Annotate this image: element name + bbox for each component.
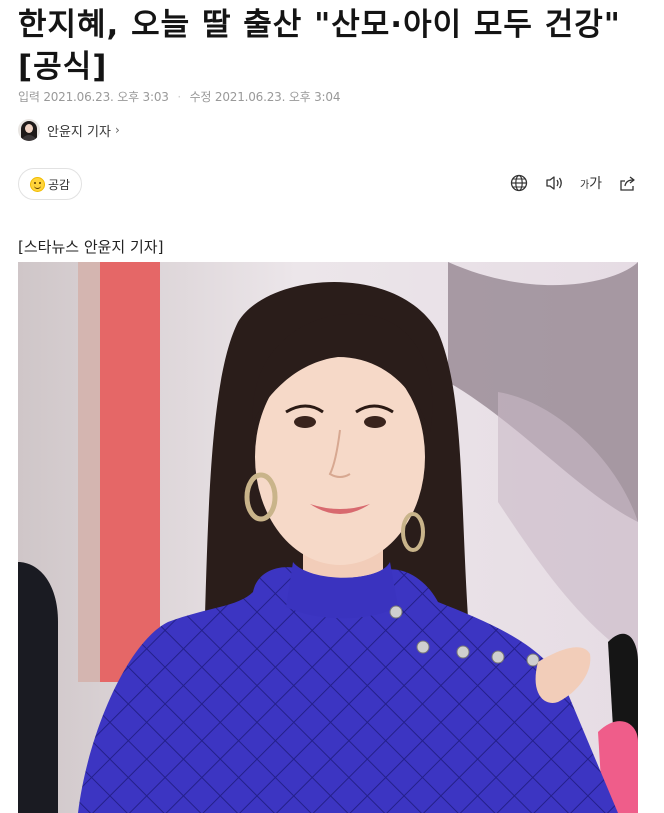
article-tools: 가가 [508, 172, 638, 194]
photo-caption: [스타뉴스 안윤지 기자] [18, 238, 164, 256]
smile-icon [29, 176, 45, 192]
chevron-right-icon: › [114, 123, 120, 137]
reporter-avatar [18, 119, 40, 141]
share-icon[interactable] [616, 172, 638, 194]
speaker-icon[interactable] [544, 172, 566, 194]
meta-separator: · [177, 90, 181, 104]
empathy-button[interactable]: 공감 [18, 168, 82, 200]
article-meta: 입력 2021.06.23. 오후 3:03 · 수정 2021.06.23. … [18, 88, 340, 105]
article-title: 한지혜, 오늘 딸 출산 "산모·아이 모두 건강"[공식] [18, 7, 621, 85]
input-time: 2021.06.23. 오후 3:03 [43, 90, 169, 104]
fontsize-small: 가 [579, 179, 590, 191]
modified-label: 수정 [189, 90, 212, 104]
globe-icon[interactable] [508, 172, 530, 194]
empathy-label: 공감 [47, 177, 71, 192]
article-photo [18, 262, 638, 813]
fontsize-large: 가 [589, 176, 603, 192]
modified-time: 2021.06.23. 오후 3:04 [214, 90, 341, 104]
font-size-icon[interactable]: 가가 [580, 172, 602, 194]
input-label: 입력 [18, 90, 40, 104]
reporter-link[interactable]: 안윤지 기자 › [18, 119, 120, 141]
reporter-name: 안윤지 기자 [47, 124, 111, 140]
